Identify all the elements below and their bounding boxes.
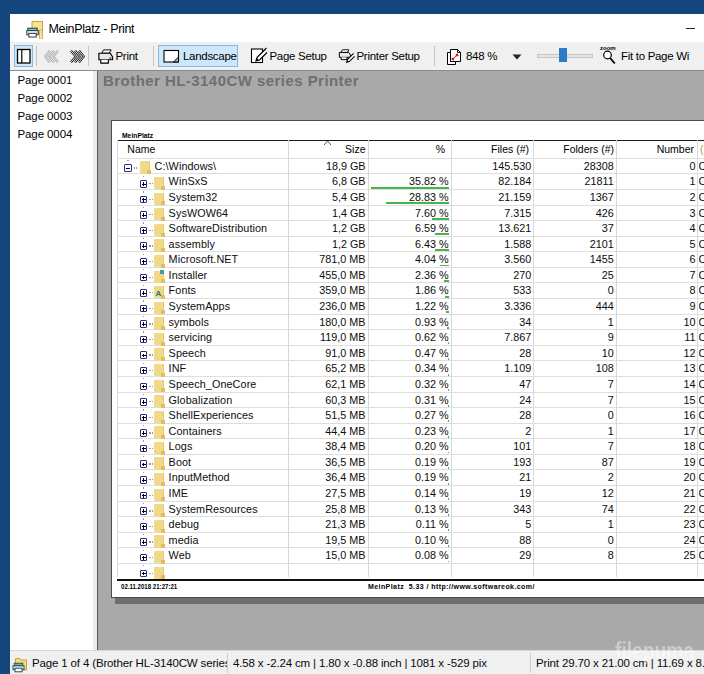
svg-text:zoom: zoom <box>600 45 616 51</box>
